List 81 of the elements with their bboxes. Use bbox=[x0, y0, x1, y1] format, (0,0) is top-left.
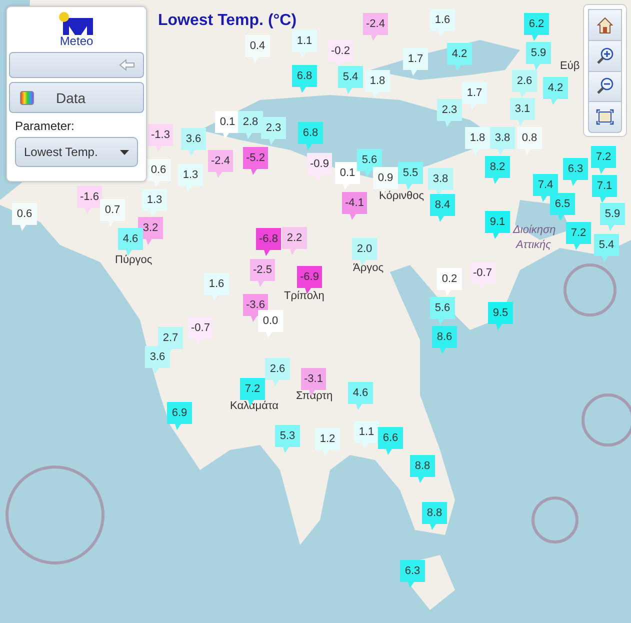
parameter-dropdown[interactable]: Lowest Temp. bbox=[15, 137, 138, 167]
temperature-marker[interactable]: -1.3 bbox=[148, 124, 173, 152]
temperature-marker[interactable]: 3.8 bbox=[490, 127, 515, 155]
temperature-marker[interactable]: 0.1 bbox=[335, 162, 360, 190]
temperature-marker[interactable]: 1.3 bbox=[178, 164, 203, 192]
temperature-marker[interactable]: 1.3 bbox=[142, 189, 167, 217]
temperature-marker[interactable]: 5.9 bbox=[526, 42, 551, 70]
temperature-marker[interactable]: -0.7 bbox=[470, 262, 495, 290]
temperature-marker[interactable]: 0.8 bbox=[517, 127, 542, 155]
temperature-marker[interactable]: -5.2 bbox=[243, 147, 268, 175]
temperature-marker[interactable]: 4.6 bbox=[348, 382, 373, 410]
left-arrow-icon bbox=[119, 59, 135, 71]
temperature-marker[interactable]: 0.0 bbox=[258, 310, 283, 338]
temperature-marker[interactable]: -0.2 bbox=[328, 40, 353, 68]
temperature-marker[interactable]: 0.2 bbox=[437, 268, 462, 296]
temperature-marker[interactable]: 6.3 bbox=[563, 158, 588, 186]
temperature-marker[interactable]: 5.3 bbox=[275, 425, 300, 453]
temperature-marker[interactable]: 0.6 bbox=[146, 159, 171, 187]
temperature-marker[interactable]: 4.6 bbox=[118, 228, 143, 256]
temperature-marker[interactable]: 0.4 bbox=[245, 35, 270, 63]
temperature-marker[interactable]: 1.8 bbox=[365, 70, 390, 98]
temperature-marker[interactable]: -0.9 bbox=[307, 153, 332, 181]
temperature-marker[interactable]: 0.7 bbox=[100, 199, 125, 227]
parameter-label: Parameter: bbox=[14, 119, 76, 133]
temperature-marker[interactable]: 7.2 bbox=[566, 222, 591, 250]
temperature-marker[interactable]: 7.2 bbox=[591, 146, 616, 174]
temperature-marker[interactable]: 7.1 bbox=[592, 175, 617, 203]
temperature-marker[interactable]: 1.7 bbox=[462, 82, 487, 110]
temperature-marker[interactable]: 1.2 bbox=[315, 428, 340, 456]
zoom-in-button[interactable] bbox=[588, 40, 622, 72]
temperature-marker[interactable]: 1.1 bbox=[354, 421, 379, 449]
temperature-marker[interactable]: 1.8 bbox=[465, 127, 490, 155]
temperature-marker[interactable]: 5.5 bbox=[398, 162, 423, 190]
temperature-marker[interactable]: 1.1 bbox=[292, 30, 317, 58]
temperature-marker[interactable]: 8.2 bbox=[485, 156, 510, 184]
temperature-marker[interactable]: 3.6 bbox=[181, 128, 206, 156]
zoom-out-icon bbox=[596, 77, 614, 96]
logo-icon bbox=[58, 11, 96, 35]
temperature-marker[interactable]: -0.7 bbox=[188, 317, 213, 345]
temperature-marker[interactable]: 6.5 bbox=[550, 193, 575, 221]
temperature-marker[interactable]: 5.9 bbox=[600, 203, 625, 231]
temperature-marker[interactable]: 5.4 bbox=[338, 66, 363, 94]
zoom-out-button[interactable] bbox=[588, 70, 622, 102]
temperature-marker[interactable]: 4.2 bbox=[543, 77, 568, 105]
map-title: Lowest Temp. (°C) bbox=[158, 12, 297, 30]
temperature-marker[interactable]: 9.1 bbox=[485, 211, 510, 239]
temperature-marker[interactable]: 8.8 bbox=[410, 455, 435, 483]
temperature-marker[interactable]: -1.6 bbox=[77, 186, 102, 214]
temperature-marker[interactable]: 2.6 bbox=[512, 70, 537, 98]
temperature-marker[interactable]: 3.8 bbox=[428, 168, 453, 196]
temperature-marker[interactable]: 2.2 bbox=[282, 227, 307, 255]
temperature-marker[interactable]: 3.1 bbox=[510, 98, 535, 126]
boundary-circle bbox=[564, 264, 616, 316]
boundary-circle bbox=[532, 496, 578, 544]
place-label: Πύργος bbox=[115, 254, 152, 266]
temperature-marker[interactable]: -2.5 bbox=[250, 259, 275, 287]
temperature-marker[interactable]: 6.8 bbox=[292, 65, 317, 93]
temperature-marker[interactable]: 6.6 bbox=[378, 427, 403, 455]
temperature-marker[interactable]: -6.8 bbox=[256, 228, 281, 256]
temperature-marker[interactable]: 1.6 bbox=[430, 9, 455, 37]
color-scale-icon bbox=[20, 90, 34, 104]
zoom-in-icon bbox=[596, 46, 614, 65]
temperature-marker[interactable]: -2.4 bbox=[208, 150, 233, 178]
home-button[interactable] bbox=[588, 9, 622, 41]
place-label: Εύβ bbox=[560, 60, 580, 72]
full-extent-button[interactable] bbox=[588, 101, 622, 133]
temperature-marker[interactable]: 8.8 bbox=[422, 502, 447, 530]
temperature-marker[interactable]: 2.6 bbox=[265, 358, 290, 386]
full-extent-icon bbox=[596, 109, 614, 126]
data-button[interactable]: Data bbox=[9, 82, 144, 113]
temperature-marker[interactable]: 8.4 bbox=[430, 194, 455, 222]
temperature-marker[interactable]: -2.4 bbox=[363, 13, 388, 41]
temperature-marker[interactable]: 6.9 bbox=[167, 402, 192, 430]
home-icon bbox=[596, 16, 614, 34]
temperature-marker[interactable]: 6.2 bbox=[524, 13, 549, 41]
temperature-marker[interactable]: -4.1 bbox=[342, 192, 367, 220]
caret-icon bbox=[120, 150, 129, 154]
temperature-marker[interactable]: 1.6 bbox=[204, 273, 229, 301]
logo-text: Meteo bbox=[60, 35, 94, 48]
place-label: Αττικής bbox=[516, 239, 551, 251]
temperature-marker[interactable]: 3.6 bbox=[145, 346, 170, 374]
